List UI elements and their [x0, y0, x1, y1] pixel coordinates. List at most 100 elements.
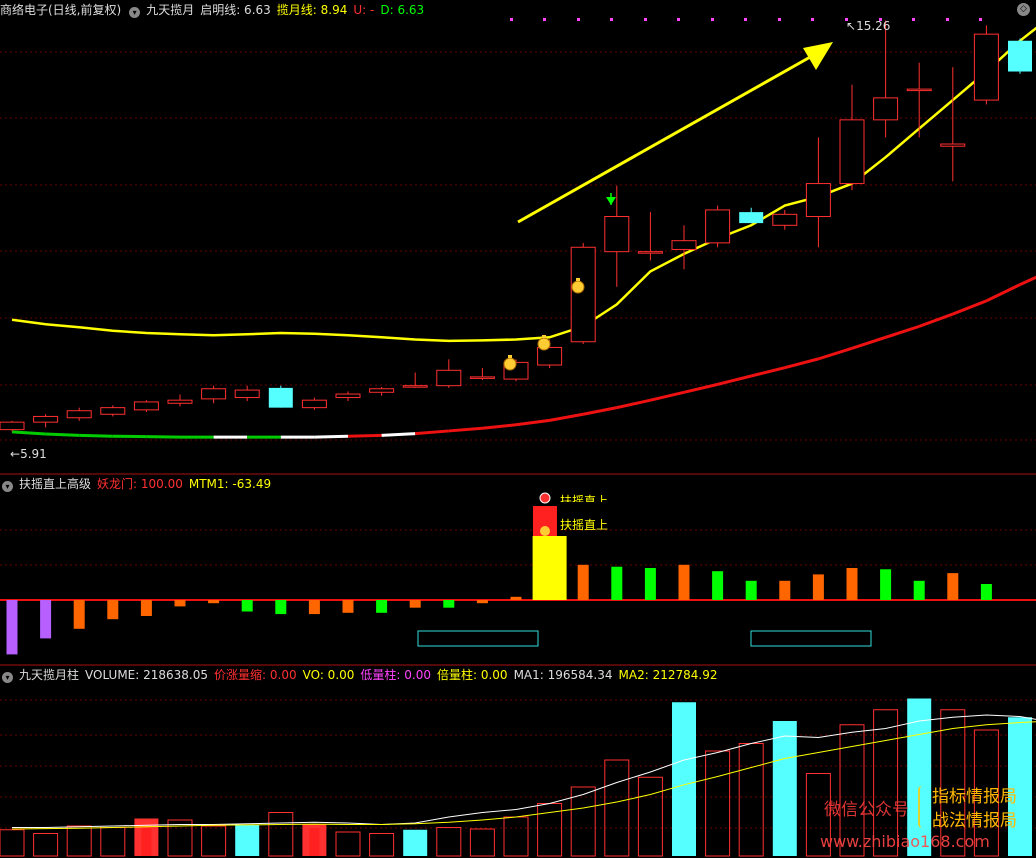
watermark-bracket — [918, 786, 924, 828]
vo-value: VO: 0.00 — [302, 668, 355, 682]
cyan-box — [417, 630, 539, 647]
volume-bar — [235, 824, 260, 856]
high-price-label: ↖15.26 — [846, 19, 891, 33]
top-marker — [979, 18, 982, 21]
ma-red-segment — [549, 412, 584, 422]
volume-bar — [469, 828, 495, 857]
ma-red-segment — [11, 430, 46, 436]
volume-bar — [369, 833, 395, 857]
diliang-value: 低量柱: 0.00 — [360, 668, 431, 682]
volume-bar — [268, 812, 294, 857]
candle-body — [100, 407, 126, 415]
top-marker — [811, 18, 814, 21]
candle-body — [940, 143, 966, 147]
indicator-name[interactable]: 九天揽月 — [146, 3, 194, 17]
mtm-bar — [846, 568, 858, 600]
volume-bar — [772, 721, 797, 856]
signal-label-1: 扶摇直上 — [560, 494, 609, 502]
mtm-bar — [678, 564, 690, 600]
candle — [604, 185, 630, 287]
candle — [167, 394, 193, 407]
mtm-bar — [6, 600, 18, 655]
volume-bar — [705, 750, 731, 857]
volume-bar — [100, 827, 126, 857]
signal-label-2: 扶摇直上 — [560, 518, 609, 532]
volume-bar — [201, 825, 227, 857]
candle — [772, 209, 798, 230]
bottom-title[interactable]: 九天揽月柱 — [19, 668, 79, 682]
chart-window: 商络电子(日线,前复权) ▾ 九天揽月 启明线: 6.63 揽月线: 8.94 U: - D… — [0, 0, 1036, 858]
candle — [402, 372, 428, 388]
main-pane-header: 商络电子(日线,前复权) ▾ 九天揽月 启明线: 6.63 揽月线: 8.94 U: - D… — [0, 0, 430, 20]
chevron-down-icon[interactable]: ▾ — [129, 7, 141, 18]
candle — [705, 205, 731, 248]
ma-yellow-line — [11, 26, 1036, 343]
volume-bar — [503, 816, 529, 857]
mtm-bar — [510, 596, 522, 600]
jiazhang-value: 价涨量缩: 0.00 — [214, 668, 297, 682]
volume-value: VOLUME: 218638.05 — [85, 668, 209, 682]
bottom-pane-header: ▾ 九天揽月柱 VOLUME: 218638.05 价涨量缩: 0.00 VO: 0.0… — [0, 665, 723, 685]
beiliang-value: 倍量柱: 0.00 — [436, 668, 508, 682]
stock-title[interactable]: 商络电子(日线,前复权) — [0, 3, 121, 17]
volume-bar — [33, 833, 59, 857]
mtm-bar — [532, 536, 567, 600]
volume-bar — [672, 702, 696, 856]
ma-red-segment — [448, 426, 483, 433]
ma-red-segment — [650, 390, 685, 402]
candle — [133, 400, 159, 413]
chevron-down-icon[interactable]: ▾ — [2, 481, 13, 492]
candle-body — [301, 399, 327, 409]
mtm-bar — [40, 600, 52, 639]
candle-body — [973, 33, 999, 101]
mtm-bar — [208, 600, 220, 604]
mid-pane-header: ▾ 扶摇直上高级 妖龙门: 100.00 MTM1: -63.49 — [0, 474, 277, 494]
volume-bar — [604, 759, 630, 857]
money-bag-body — [503, 357, 517, 371]
top-marker — [610, 18, 613, 21]
mid-title[interactable]: 扶摇直上高级 — [19, 477, 91, 491]
candle — [301, 397, 327, 410]
candle-body — [537, 346, 563, 366]
ma2-value: MA2: 212784.92 — [618, 668, 718, 682]
mtm-bar — [275, 600, 287, 615]
top-marker — [711, 18, 714, 21]
candle — [66, 407, 92, 421]
ma-red-segment — [314, 434, 349, 439]
chart-canvas[interactable] — [0, 0, 1036, 858]
ma-red-segment — [482, 423, 517, 430]
candle — [268, 385, 293, 408]
settings-circle-icon[interactable]: ◇ — [1017, 3, 1030, 16]
ma-red-segment — [784, 357, 819, 370]
candle-body — [739, 212, 764, 224]
ma-red-segment — [683, 382, 718, 394]
watermark-url: www.zhibiao168.com — [820, 832, 990, 851]
candle — [940, 67, 966, 182]
mtm-bar — [880, 569, 892, 600]
u-value: U: - — [353, 3, 375, 17]
top-marker — [543, 18, 546, 21]
mtm-bar — [812, 574, 824, 600]
mtm-bar — [342, 600, 354, 613]
candle-body — [570, 246, 596, 343]
mtm-bar — [409, 600, 421, 608]
mtm-bar — [73, 600, 85, 629]
mtm-bar — [712, 571, 724, 600]
candle-body — [469, 376, 495, 379]
candle — [739, 207, 764, 224]
candle — [369, 387, 395, 396]
ma-red-segment — [717, 374, 752, 386]
candle-body — [268, 387, 293, 408]
candle — [33, 414, 59, 428]
ma-red-segment — [582, 406, 618, 416]
chevron-down-icon[interactable]: ▾ — [2, 672, 13, 683]
red-inner-bar — [141, 828, 152, 856]
ma-red-segment — [347, 433, 382, 438]
candle — [906, 62, 932, 138]
qiming-value: 启明线: 6.63 — [200, 3, 271, 17]
mtm-bar — [611, 566, 623, 600]
candle-body — [167, 399, 193, 404]
candle — [973, 25, 999, 105]
ma-red-segment — [885, 324, 920, 339]
top-marker — [912, 18, 915, 21]
